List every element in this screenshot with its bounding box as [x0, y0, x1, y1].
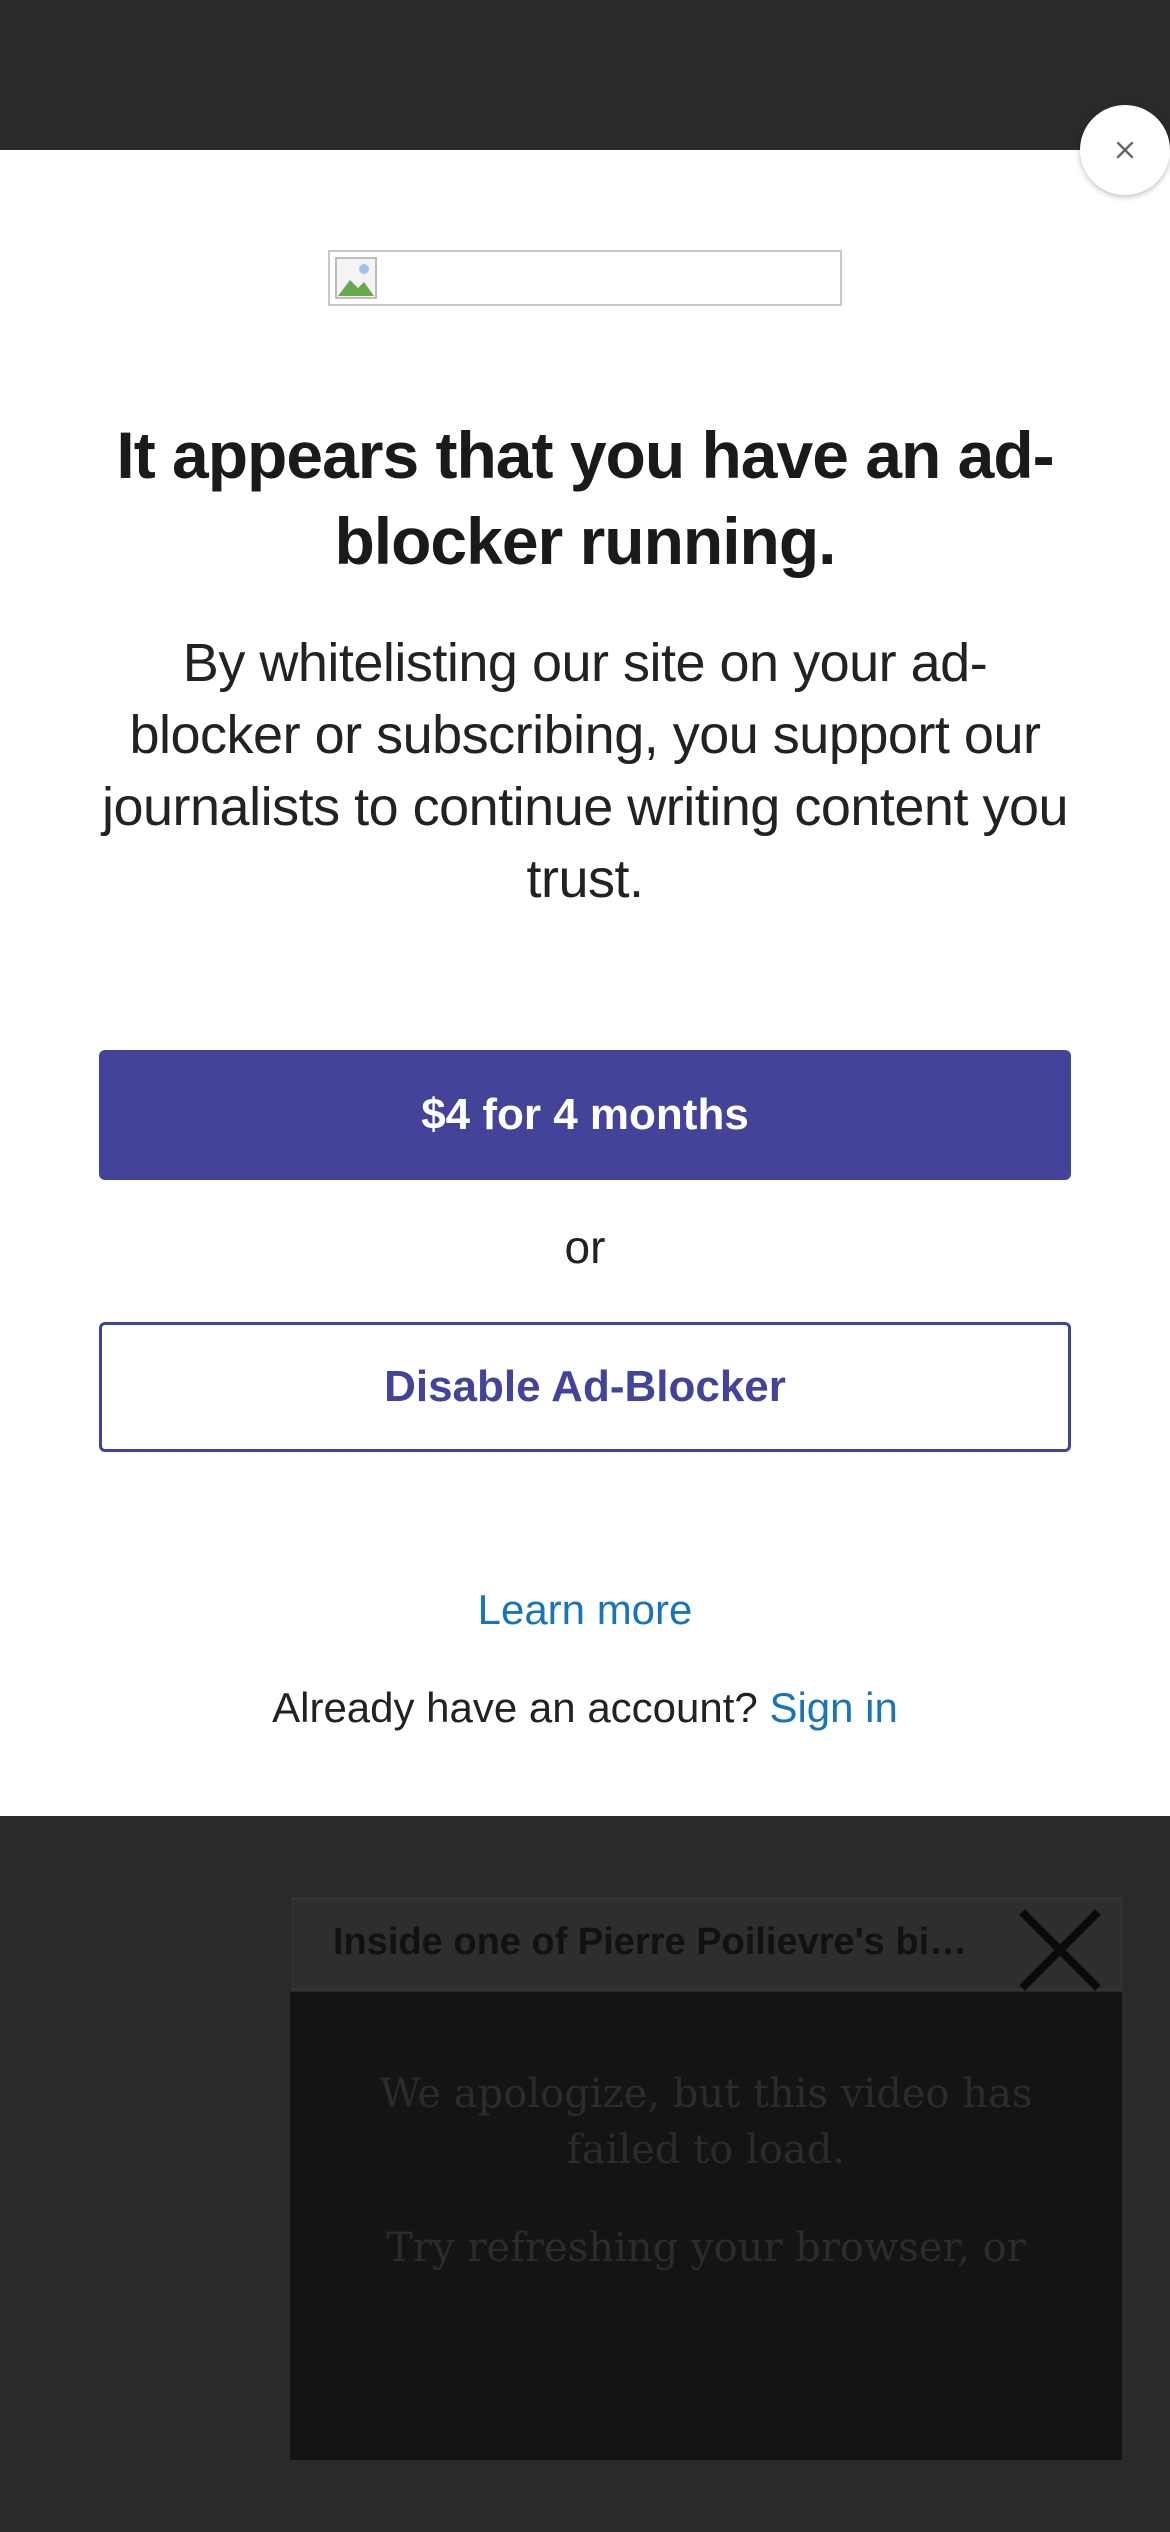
learn-more-link[interactable]: Learn more — [0, 1586, 1170, 1634]
modal-close-button[interactable] — [1080, 105, 1170, 195]
logo-image — [328, 250, 842, 306]
video-player[interactable]: We apologize, but this video has failed … — [290, 1992, 1122, 2460]
subscribe-button[interactable]: $4 for 4 months — [99, 1050, 1071, 1180]
video-title[interactable]: Inside one of Pierre Poilievre's big... — [333, 1921, 973, 1964]
close-x-icon[interactable] — [1010, 1900, 1110, 2000]
adblock-modal: It appears that you have an ad-blocker r… — [0, 150, 1170, 1816]
account-prompt-text: Already have an account? — [272, 1684, 758, 1731]
sign-in-link[interactable]: Sign in — [769, 1684, 897, 1731]
page-header-backdrop — [0, 0, 1170, 150]
video-retry-message: Try refreshing your browser, or — [386, 2225, 1026, 2271]
close-icon — [1116, 141, 1134, 159]
disable-adblocker-button[interactable]: Disable Ad-Blocker — [99, 1322, 1071, 1452]
account-prompt: Already have an account? Sign in — [0, 1684, 1170, 1732]
broken-image-icon — [335, 257, 377, 299]
video-error-message: We apologize, but this video has failed … — [379, 2071, 1033, 2173]
video-title-bar: Inside one of Pierre Poilievre's big... — [292, 1898, 1122, 1990]
modal-body: By whitelisting our site on your ad-bloc… — [101, 633, 1069, 909]
modal-heading: It appears that you have an ad-blocker r… — [116, 418, 1054, 578]
or-separator: or — [564, 1221, 606, 1273]
